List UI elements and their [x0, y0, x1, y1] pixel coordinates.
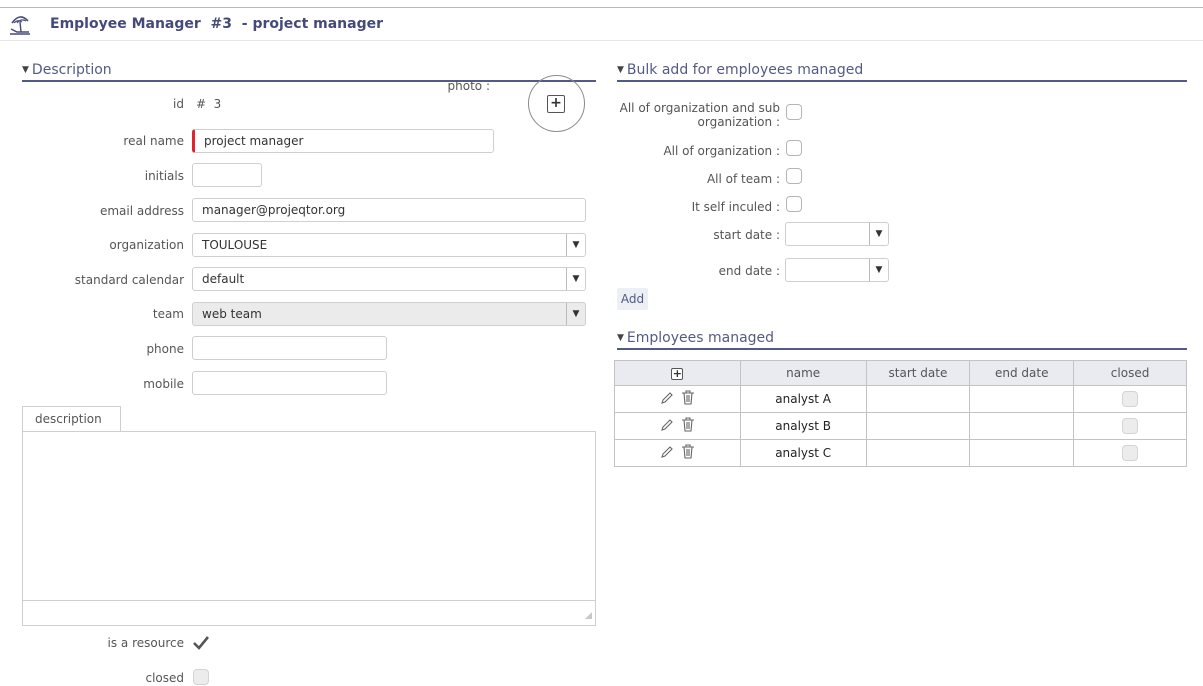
employee-manager-icon	[8, 12, 32, 36]
self-checkbox[interactable]	[786, 196, 802, 212]
edit-icon[interactable]	[660, 391, 674, 408]
table-row[interactable]: analyst C	[614, 439, 1187, 467]
cell-closed	[1073, 385, 1187, 413]
org-checkbox[interactable]	[786, 140, 802, 156]
bulk-section-title: Bulk add for employees managed	[626, 62, 864, 78]
end-date-label: end date :	[718, 264, 780, 278]
real-name-input[interactable]: project manager	[192, 129, 494, 153]
cell-start-date	[865, 412, 971, 440]
cell-end-date	[969, 385, 1075, 413]
column-header-name[interactable]: name	[739, 360, 867, 386]
description-section-title: Description	[31, 62, 112, 78]
team-checkbox[interactable]	[786, 168, 802, 184]
team-select[interactable]: web team ▼	[192, 302, 586, 326]
cell-end-date	[969, 439, 1075, 467]
cell-end-date	[969, 412, 1075, 440]
table-row[interactable]: analyst A	[614, 385, 1187, 413]
chevron-down-icon[interactable]: ▼	[566, 303, 585, 325]
closed-checkbox[interactable]	[1122, 445, 1139, 461]
cell-name: analyst C	[739, 439, 867, 467]
org-and-sub-label-line1: All of organization and sub	[619, 101, 780, 115]
calendar-value: default	[202, 272, 245, 286]
page-header: Employee Manager #3 - project manager	[0, 8, 1203, 41]
tab-description[interactable]: description	[22, 406, 121, 432]
calendar-select[interactable]: default ▼	[192, 267, 586, 291]
description-editor[interactable]	[22, 431, 596, 626]
row-actions	[614, 412, 741, 440]
add-button[interactable]: Add	[617, 288, 648, 310]
team-value: web team	[202, 307, 262, 321]
trash-icon[interactable]	[681, 390, 695, 408]
employees-table: + name start date end date closed analys…	[614, 360, 1187, 467]
org-and-sub-label-line2: organization :	[697, 115, 780, 129]
edit-icon[interactable]	[660, 445, 674, 462]
row-actions	[614, 385, 741, 413]
end-date-input[interactable]: ▼	[785, 258, 889, 282]
cell-name: analyst A	[739, 385, 867, 413]
bulk-section-header[interactable]: ▼ Bulk add for employees managed	[617, 62, 1187, 82]
collapse-caret-icon[interactable]: ▼	[22, 65, 29, 75]
column-header-closed[interactable]: closed	[1073, 360, 1187, 386]
add-employee-header[interactable]: +	[614, 360, 741, 386]
employees-section-title: Employees managed	[626, 330, 775, 346]
chevron-down-icon[interactable]: ▼	[869, 223, 888, 245]
mobile-label: mobile	[143, 377, 184, 391]
email-label: email address	[99, 204, 184, 218]
closed-checkbox[interactable]	[1122, 418, 1139, 434]
add-photo-icon[interactable]: +	[547, 95, 565, 113]
chevron-down-icon[interactable]: ▼	[869, 259, 888, 281]
org-label: All of organization :	[663, 144, 780, 158]
email-input[interactable]: manager@projeqtor.org	[192, 198, 586, 222]
org-and-sub-checkbox[interactable]	[786, 104, 802, 120]
cell-closed	[1073, 439, 1187, 467]
id-label: id	[173, 97, 184, 111]
employees-section-header[interactable]: ▼ Employees managed	[617, 330, 1187, 350]
trash-icon[interactable]	[681, 417, 695, 435]
trash-icon[interactable]	[681, 444, 695, 462]
closed-checkbox[interactable]	[193, 669, 209, 685]
description-section-header[interactable]: ▼ Description	[22, 62, 596, 82]
edit-icon[interactable]	[660, 418, 674, 435]
chevron-down-icon[interactable]: ▼	[566, 268, 585, 290]
cell-start-date	[865, 439, 971, 467]
start-date-input[interactable]: ▼	[785, 222, 889, 246]
cell-closed	[1073, 412, 1187, 440]
photo-label: photo :	[447, 79, 490, 93]
cell-name: analyst B	[739, 412, 867, 440]
self-label: It self inculed :	[691, 200, 780, 214]
collapse-caret-icon[interactable]: ▼	[617, 65, 624, 75]
photo-placeholder: +	[528, 75, 585, 132]
editor-footer-divider	[23, 600, 595, 601]
initials-input[interactable]	[192, 163, 262, 187]
team-label: team	[152, 307, 184, 321]
column-header-start-date[interactable]: start date	[865, 360, 971, 386]
closed-checkbox[interactable]	[1122, 391, 1139, 407]
closed-label: closed	[145, 671, 184, 685]
phone-input[interactable]	[192, 336, 387, 360]
table-row[interactable]: analyst B	[614, 412, 1187, 440]
cell-start-date	[865, 385, 971, 413]
page-title: Employee Manager #3 - project manager	[50, 16, 384, 32]
start-date-label: start date :	[713, 228, 780, 242]
organization-select[interactable]: TOULOUSE ▼	[192, 233, 586, 257]
id-value: # 3	[196, 97, 222, 111]
resize-grip-icon[interactable]	[584, 609, 593, 623]
is-resource-checkbox[interactable]	[192, 635, 210, 651]
row-actions	[614, 439, 741, 467]
calendar-label: standard calendar	[74, 273, 184, 287]
phone-label: phone	[146, 342, 184, 356]
initials-label: initials	[144, 169, 184, 183]
collapse-caret-icon[interactable]: ▼	[617, 333, 624, 343]
organization-label: organization	[109, 238, 184, 252]
add-employee-icon[interactable]: +	[671, 368, 684, 380]
organization-value: TOULOUSE	[202, 238, 268, 252]
real-name-label: real name	[123, 134, 184, 148]
mobile-input[interactable]	[192, 371, 387, 395]
is-resource-label: is a resource	[107, 636, 184, 650]
column-header-end-date[interactable]: end date	[969, 360, 1075, 386]
team-bulk-label: All of team :	[706, 172, 780, 186]
table-header-row: + name start date end date closed	[614, 360, 1187, 386]
chevron-down-icon[interactable]: ▼	[566, 234, 585, 256]
